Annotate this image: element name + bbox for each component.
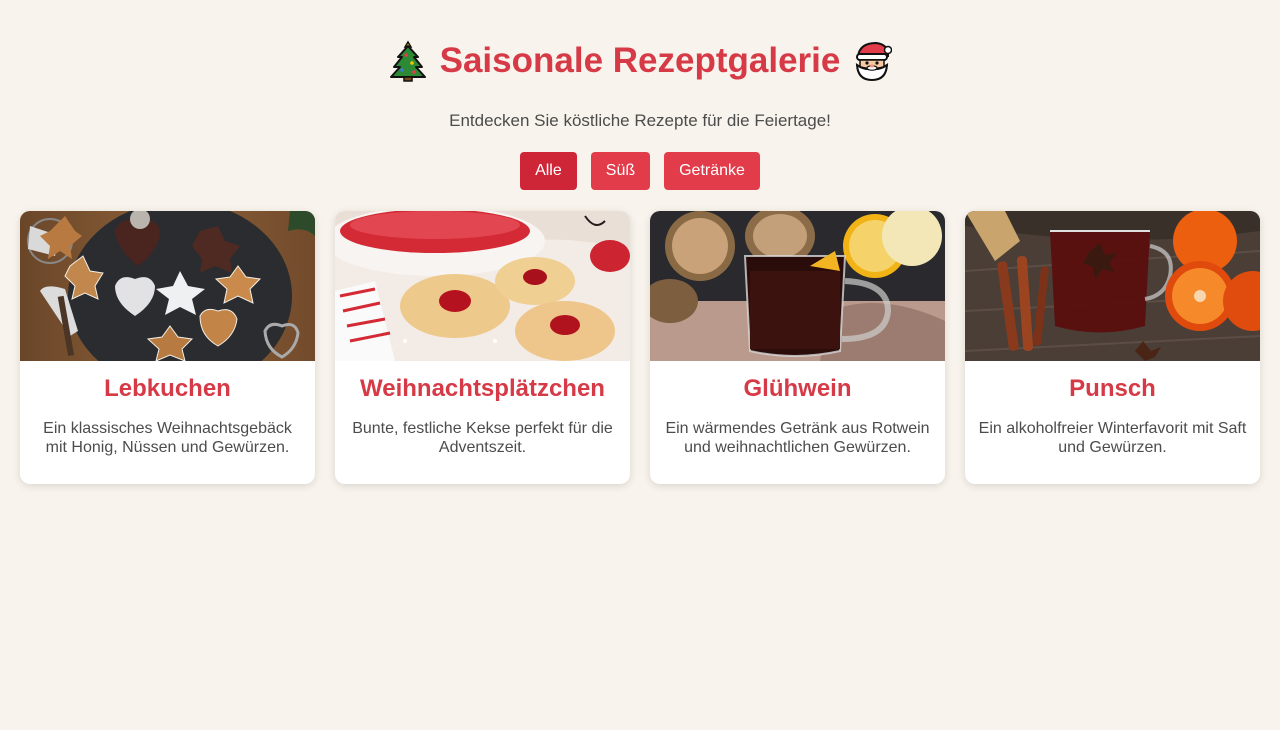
recipe-title: Punsch [1069, 375, 1156, 402]
filter-button-sweet[interactable]: Süß [590, 152, 651, 190]
recipe-card-lebkuchen[interactable]: Lebkuchen Ein klassisches Weihnachtsgebä… [20, 211, 315, 484]
recipe-gallery-page: Saisonale Rezeptgalerie Entdecken Sie kö… [0, 0, 1280, 730]
recipe-title: Glühwein [743, 375, 852, 402]
jam-cookies-photo [335, 211, 630, 361]
page-subtitle: Entdecken Sie köstliche Rezepte für die … [449, 111, 831, 130]
mulled-wine-photo [650, 211, 945, 361]
punch-photo [965, 211, 1260, 361]
filter-button-drinks[interactable]: Getränke [664, 152, 760, 190]
filter-button-all[interactable]: Alle [520, 152, 577, 190]
recipe-card-weihnachtsplaetzchen[interactable]: Weihnachtsplätzchen Bunte, festliche Kek… [335, 211, 630, 484]
recipe-title: Weihnachtsplätzchen [360, 375, 605, 402]
santa-claus-icon [856, 41, 893, 82]
recipe-card-grid: Lebkuchen Ein klassisches Weihnachtsgebä… [20, 211, 1260, 484]
page-header: Saisonale Rezeptgalerie [0, 40, 1280, 82]
gingerbread-cookies-photo [20, 211, 315, 361]
page-title: Saisonale Rezeptgalerie [439, 41, 841, 80]
christmas-tree-icon [389, 40, 426, 82]
recipe-description: Ein klassisches Weihnachtsgebäck mit Hon… [43, 420, 292, 456]
recipe-description: Ein alkoholfreier Winterfavorit mit Saft… [978, 420, 1247, 456]
filter-bar: Alle Süß Getränke [0, 152, 1280, 190]
recipe-description: Ein wärmendes Getränk aus Rotwein und we… [665, 420, 930, 456]
recipe-description: Bunte, festliche Kekse perfekt für die A… [352, 420, 613, 456]
recipe-card-gluehwein[interactable]: Glühwein Ein wärmendes Getränk aus Rotwe… [650, 211, 945, 484]
recipe-title: Lebkuchen [104, 375, 231, 402]
recipe-card-punsch[interactable]: Punsch Ein alkoholfreier Winterfavorit m… [965, 211, 1260, 484]
